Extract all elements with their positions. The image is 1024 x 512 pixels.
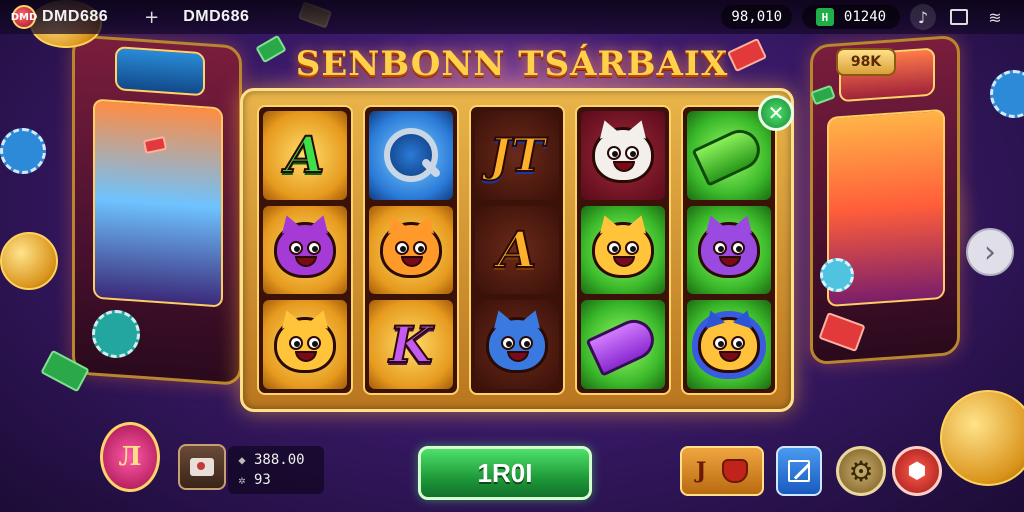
letter-symbol: A [285, 125, 326, 185]
stat-credit: 388.00 [254, 452, 305, 468]
letter-symbol: A [497, 220, 538, 279]
treasure-pot-icon [722, 459, 749, 483]
jackpot-button[interactable]: 98K [836, 48, 896, 76]
reel-column: JT A [469, 105, 565, 395]
poker-chip-icon [92, 310, 140, 358]
reel-cell [581, 111, 665, 200]
letter-symbol: K [388, 314, 433, 374]
brand-logo-icon: DMD [11, 5, 37, 29]
currency-badge-icon: H [815, 8, 834, 26]
diamond-icon: ◆ [238, 453, 246, 467]
reel-frame: A K JT A [240, 88, 794, 412]
bonus-emblem-button[interactable]: Л [100, 422, 160, 492]
bet-combo-button[interactable]: J [680, 446, 764, 496]
reel-cell: JT [475, 111, 559, 200]
gear-icon: ⚙ [848, 454, 874, 488]
next-arrow-button[interactable]: › [966, 228, 1014, 276]
settings-button[interactable]: ⚙ [836, 446, 886, 496]
reel-cell [687, 111, 771, 200]
reel-cell [369, 111, 453, 200]
spin-button[interactable]: 1R0I [418, 446, 592, 500]
combo-label: J [695, 458, 707, 484]
stop-icon: ⬢ [907, 458, 927, 484]
reels-grid: A K JT A [257, 105, 777, 395]
letter-symbol: JT [488, 128, 546, 183]
edit-icon [788, 460, 810, 482]
gold-coin-icon [0, 232, 58, 290]
stats-panel: ◆ 388.00 ✲ 93 [228, 446, 324, 494]
reel-cell [369, 205, 453, 295]
stat-lines: 93 [254, 472, 271, 488]
orange-cat-icon [274, 316, 336, 373]
wifi-icon: ≋ [988, 7, 1002, 27]
purple-horn-icon [585, 313, 661, 377]
reel-cell [263, 300, 347, 390]
reel-cell: K [369, 300, 453, 390]
camera-icon [190, 458, 214, 476]
reel-cell: A [263, 111, 347, 200]
exit-button[interactable]: ⬢ [892, 446, 942, 496]
white-cat-icon [592, 127, 654, 184]
reel-column: K [363, 105, 459, 395]
secondary-value: 01240 [843, 9, 887, 25]
reel-cell [687, 205, 771, 295]
profile-icon[interactable]: ♪ [910, 4, 936, 30]
cabinet-screen [93, 98, 223, 308]
camera-button[interactable] [178, 444, 226, 490]
paytable-button[interactable] [776, 446, 822, 496]
status-bar: DMD DMD686 + DMD686 98,010 H 01240 ♪ ≋ [0, 0, 1024, 34]
blue-skull-icon [486, 316, 548, 373]
lion-mane-icon [698, 316, 760, 373]
red-hat-critter-icon [380, 222, 442, 278]
add-tab-icon[interactable]: + [144, 7, 159, 28]
gear-small-icon: ✲ [238, 473, 246, 487]
reel-cell [581, 205, 665, 295]
poker-chip-icon [820, 258, 854, 292]
reel-cell [475, 300, 559, 390]
tab-name[interactable]: DMD686 [183, 8, 249, 26]
poker-chip-icon [0, 128, 46, 174]
status-right-group: 98,010 H 01240 ♪ ≋ [721, 4, 1008, 30]
reel-cell [581, 300, 665, 390]
reel-column [681, 105, 777, 395]
purple-cat-icon [274, 222, 336, 278]
magnifier-icon [384, 128, 438, 183]
balance-display: 98,010 [721, 5, 792, 29]
violet-cat-icon [698, 222, 760, 278]
window-icon[interactable] [946, 4, 972, 30]
app-name: DMD686 [42, 8, 109, 25]
close-button[interactable]: ✕ [758, 95, 794, 131]
green-horn-icon [691, 123, 767, 187]
reel-cell: A [475, 205, 559, 295]
gold-coin-icon [940, 390, 1024, 486]
reel-column: A [257, 105, 353, 395]
reel-cell [263, 205, 347, 295]
reel-cell [687, 300, 771, 390]
secondary-balance: H 01240 [802, 5, 900, 29]
reel-column [575, 105, 671, 395]
lion-icon [592, 222, 654, 278]
